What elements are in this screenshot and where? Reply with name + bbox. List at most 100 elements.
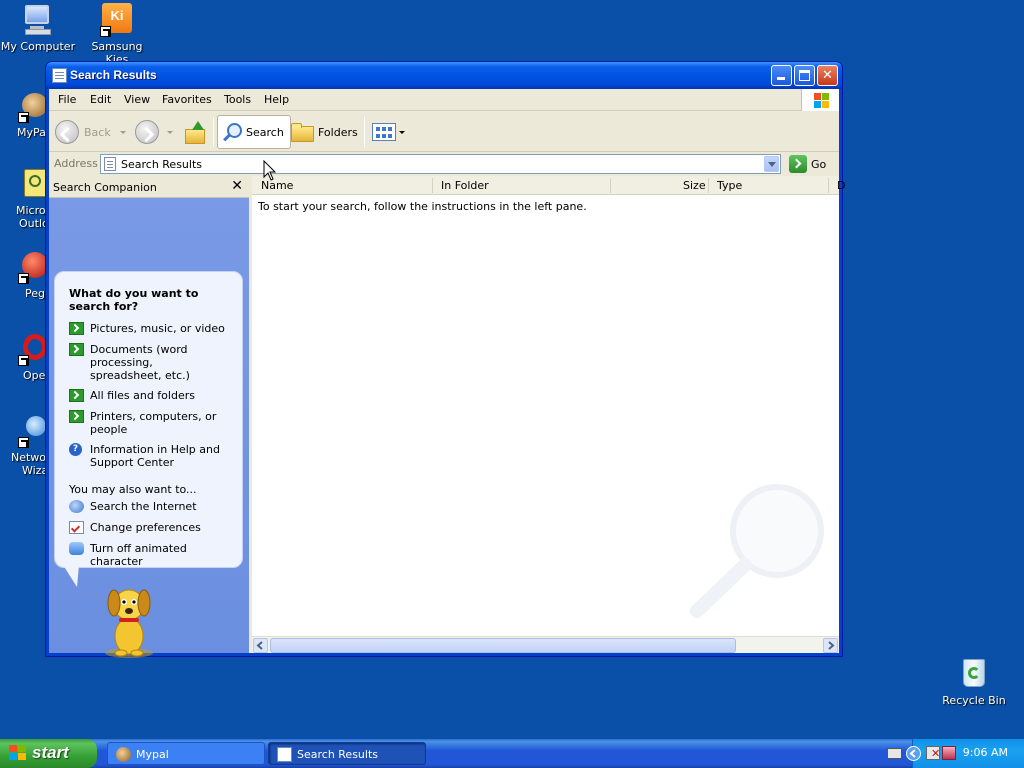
- option-label: All files and folders: [90, 389, 195, 402]
- menu-tools[interactable]: Tools: [224, 93, 251, 106]
- column-divider[interactable]: [828, 178, 829, 193]
- chevron-right-icon: [828, 641, 835, 650]
- go-button[interactable]: Go: [789, 154, 826, 174]
- up-folder-button[interactable]: [184, 115, 206, 149]
- taskbar-button-mypal[interactable]: Mypal: [107, 742, 265, 765]
- show-hidden-icons-button[interactable]: [906, 746, 921, 761]
- desktop-icon-label: Peg: [25, 287, 45, 300]
- address-input[interactable]: Search Results: [100, 154, 781, 174]
- column-divider[interactable]: [432, 178, 433, 193]
- search-options-bubble: What do you want to search for? Pictures…: [54, 271, 243, 568]
- windows-flag-icon: [9, 745, 27, 762]
- search-companion-pane: Search Companion ✕ What do you want to s…: [49, 176, 249, 658]
- samsung-kies-icon: Ki: [100, 3, 134, 37]
- toolbar-separator: [364, 117, 365, 147]
- tray-app-icon[interactable]: [942, 746, 956, 760]
- search-question: What do you want to search for?: [69, 287, 199, 313]
- address-dropdown-button[interactable]: [764, 156, 779, 172]
- address-bar: Address Search Results Go: [49, 153, 839, 175]
- back-label: Back: [84, 125, 111, 139]
- column-type[interactable]: Type: [717, 179, 742, 192]
- option-help-support[interactable]: ? Information in Help and Support Center: [69, 443, 239, 469]
- recycle-bin-icon: [957, 657, 991, 691]
- menu-favorites[interactable]: Favorites: [162, 93, 212, 106]
- desktop-icon-label: Micros: [16, 204, 45, 217]
- green-arrow-icon: [69, 389, 84, 402]
- shortcut-arrow-icon: [18, 355, 29, 366]
- column-size[interactable]: Size: [683, 179, 706, 192]
- maximize-icon: [799, 70, 810, 81]
- desktop-icon-label: Recycle Bin: [942, 694, 1006, 707]
- scroll-left-button[interactable]: [253, 638, 268, 653]
- search-label: Search: [246, 125, 284, 139]
- desktop-icon-peg[interactable]: Peg: [0, 250, 45, 300]
- mypal-app-icon: [116, 747, 131, 762]
- forward-button[interactable]: [135, 115, 173, 149]
- option-pictures-music-video[interactable]: Pictures, music, or video: [69, 322, 239, 335]
- desktop-icon-label: Networ: [11, 451, 45, 464]
- option-label: Printers, computers, or people: [90, 410, 217, 436]
- option-turn-off-character[interactable]: Turn off animated character: [69, 542, 239, 568]
- column-date[interactable]: D: [837, 179, 845, 192]
- shortcut-arrow-icon: [18, 273, 29, 284]
- folders-icon: [291, 123, 314, 142]
- column-header: Name In Folder Size Type D: [252, 176, 845, 195]
- chevron-left-icon: [256, 641, 263, 650]
- desktop-icon-opera[interactable]: Ope: [0, 332, 45, 382]
- minimize-icon: [777, 77, 785, 80]
- search-results-window: Search Results ✕ File Edit View Favorite…: [45, 61, 845, 658]
- shortcut-arrow-icon: [18, 437, 29, 448]
- menu-view[interactable]: View: [124, 93, 150, 106]
- minimize-button[interactable]: [771, 65, 792, 86]
- option-search-internet[interactable]: Search the Internet: [69, 500, 239, 513]
- desktop-icon-recycle-bin[interactable]: Recycle Bin: [936, 657, 1012, 707]
- mouse-cursor-icon: [263, 160, 277, 181]
- search-icon: [222, 122, 242, 142]
- shortcut-arrow-icon: [100, 26, 111, 37]
- search-dog-character[interactable]: [99, 581, 159, 661]
- scroll-right-button[interactable]: [823, 638, 838, 653]
- maximize-button[interactable]: [794, 65, 815, 86]
- window-client: File Edit View Favorites Tools Help Back: [49, 89, 845, 658]
- companion-close-icon[interactable]: ✕: [231, 178, 243, 194]
- scroll-thumb[interactable]: [270, 638, 736, 653]
- forward-arrow-icon: [135, 120, 159, 144]
- title-bar[interactable]: Search Results ✕: [46, 62, 842, 89]
- shortcut-arrow-icon: [18, 112, 29, 123]
- forward-dropdown-icon[interactable]: [167, 130, 173, 134]
- back-button[interactable]: Back: [55, 115, 126, 149]
- desktop-icon-outlook[interactable]: Micros Outlo: [0, 167, 45, 230]
- folders-button[interactable]: Folders: [291, 115, 358, 149]
- address-label: Address: [54, 157, 98, 170]
- column-in-folder[interactable]: In Folder: [441, 179, 489, 192]
- animated-character-icon: [69, 542, 84, 555]
- menu-help[interactable]: Help: [264, 93, 289, 106]
- option-documents[interactable]: Documents (word processing, spreadsheet,…: [69, 343, 239, 382]
- column-divider[interactable]: [610, 178, 611, 193]
- mypal-icon: [18, 89, 45, 123]
- start-button[interactable]: start: [0, 739, 97, 768]
- address-value: Search Results: [121, 158, 203, 171]
- views-button[interactable]: [372, 115, 405, 149]
- search-button[interactable]: Search: [217, 115, 291, 149]
- option-change-preferences[interactable]: Change preferences: [69, 521, 239, 534]
- clock[interactable]: 9:06 AM: [963, 746, 1008, 759]
- option-all-files-folders[interactable]: All files and folders: [69, 389, 239, 402]
- companion-header: Search Companion ✕: [49, 176, 249, 198]
- desktop-icon-samsung-kies[interactable]: Ki Samsung Kies: [79, 3, 155, 66]
- desktop-icon-my-computer[interactable]: My Computer: [0, 3, 76, 53]
- taskbar-button-search-results[interactable]: Search Results: [268, 742, 426, 765]
- taskbar: start Mypal Search Results ✕ 9:06 AM: [0, 739, 1024, 768]
- back-dropdown-icon[interactable]: [119, 130, 126, 134]
- option-printers-computers-people[interactable]: Printers, computers, or people: [69, 410, 239, 436]
- keyboard-icon[interactable]: [887, 748, 902, 759]
- close-button[interactable]: ✕: [817, 65, 838, 86]
- option-label: Search the Internet: [90, 500, 197, 513]
- column-divider[interactable]: [708, 178, 709, 193]
- menu-file[interactable]: File: [58, 93, 76, 106]
- network-disconnected-icon[interactable]: ✕: [926, 746, 940, 760]
- desktop-icon-mypal[interactable]: MyPa: [0, 89, 45, 139]
- menu-edit[interactable]: Edit: [90, 93, 111, 106]
- desktop-icon-network-wizard[interactable]: Networ Wiza: [0, 414, 45, 477]
- horizontal-scrollbar[interactable]: [252, 636, 839, 653]
